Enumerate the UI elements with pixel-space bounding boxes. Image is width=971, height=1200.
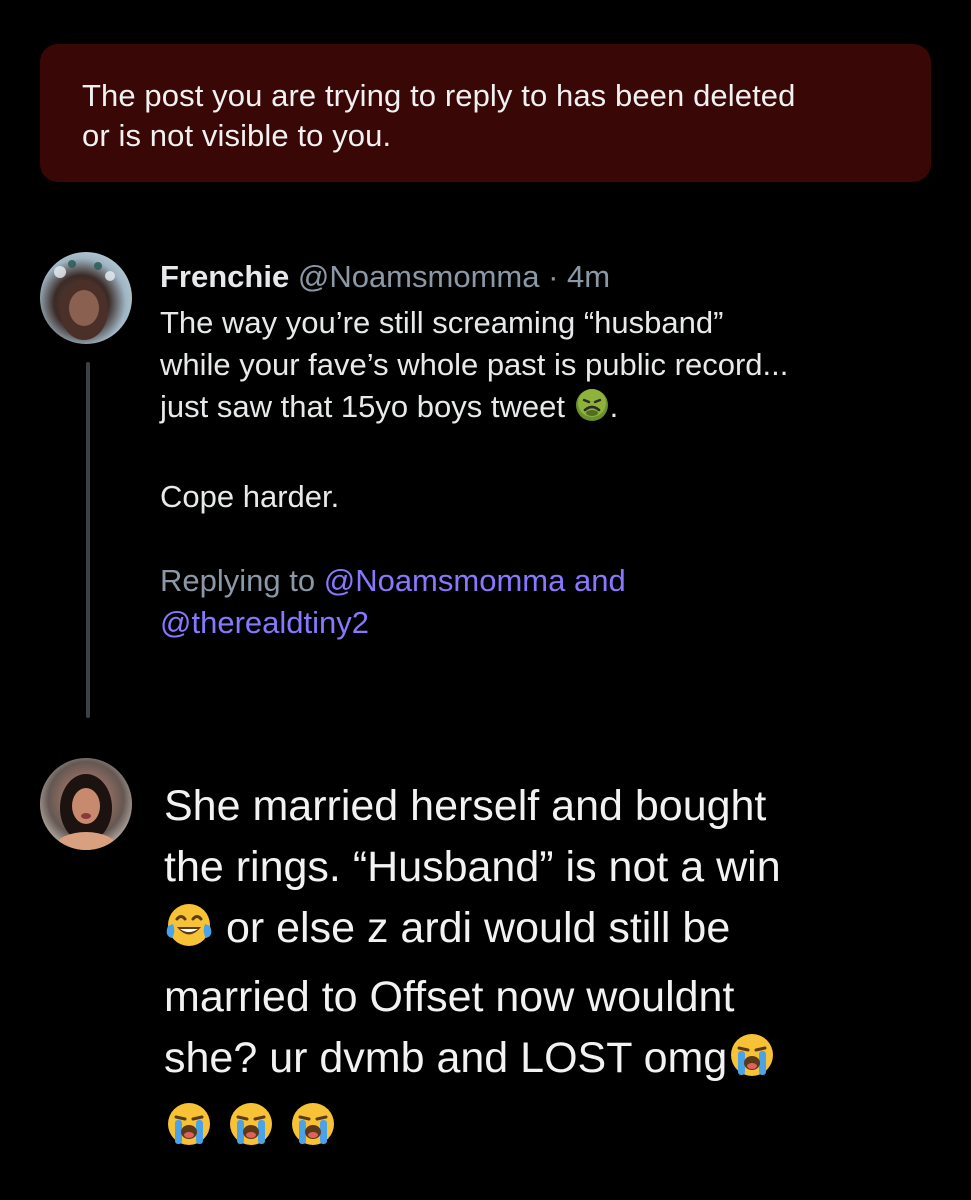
avatar-image <box>54 260 115 340</box>
display-name[interactable]: Frenchie <box>160 259 289 294</box>
tweet-body-line: while your fave’s whole past is public r… <box>160 347 789 382</box>
mention-link[interactable]: @Noamsmomma <box>324 563 566 598</box>
banner-line-2: or is not visible to you. <box>82 118 392 153</box>
reply-text: or else z ardi would still be <box>225 904 731 952</box>
reply-line: she? ur dvmb and LOST omg <box>164 1028 954 1097</box>
reply-line: the rings. “Husband” is not a win <box>164 843 781 891</box>
replying-prefix: Replying to <box>160 563 316 598</box>
thread-connector-line <box>86 362 90 718</box>
replying-and[interactable]: and <box>574 563 626 598</box>
reply-text: she? ur dvmb and LOST omg <box>164 1034 728 1082</box>
reply-line: married to Offset now wouldnt <box>164 973 735 1021</box>
reply-tweet[interactable]: She married herself and bought the rings… <box>164 776 954 1166</box>
banner-line-1: The post you are trying to reply to has … <box>82 78 796 113</box>
replying-to: Replying to @Noamsmomma and @therealdtin… <box>160 560 950 644</box>
reply-line: or else z ardi would still be <box>164 898 954 967</box>
tweet-body: The way you’re still screaming “husband”… <box>160 302 950 518</box>
tweet-frenchie[interactable]: Frenchie @Noamsmomma · 4m The way you’re… <box>160 256 950 644</box>
face-with-tears-of-joy-icon <box>164 900 214 967</box>
avatar-frenchie[interactable] <box>40 252 132 344</box>
tweet-header: Frenchie @Noamsmomma · 4m <box>160 256 950 298</box>
loudly-crying-face-icon <box>164 1099 214 1166</box>
tweet-body-line: just saw that 15yo boys tweet . <box>160 386 950 434</box>
timestamp[interactable]: 4m <box>567 259 610 294</box>
tweet-body-text: just saw that 15yo boys tweet <box>160 389 565 424</box>
mention-link[interactable]: @therealdtiny2 <box>160 605 369 640</box>
reply-line: She married herself and bought <box>164 782 767 830</box>
loudly-crying-face-icon <box>288 1099 338 1166</box>
reply-line-emojis <box>164 1097 954 1166</box>
nauseated-face-icon <box>574 387 610 434</box>
separator-dot: · <box>548 259 559 294</box>
tweet-body-text: . <box>609 389 619 424</box>
banner-message: The post you are trying to reply to has … <box>82 76 889 156</box>
unavailable-post-banner: The post you are trying to reply to has … <box>40 44 931 182</box>
loudly-crying-face-icon <box>727 1030 777 1097</box>
user-handle[interactable]: @Noamsmomma <box>298 259 540 294</box>
avatar-reply-author[interactable] <box>40 758 132 850</box>
avatar-image <box>40 758 132 850</box>
tweet-body-line: The way you’re still screaming “husband” <box>160 305 724 340</box>
loudly-crying-face-icon <box>226 1099 276 1166</box>
tweet-body-line: Cope harder. <box>160 479 340 514</box>
